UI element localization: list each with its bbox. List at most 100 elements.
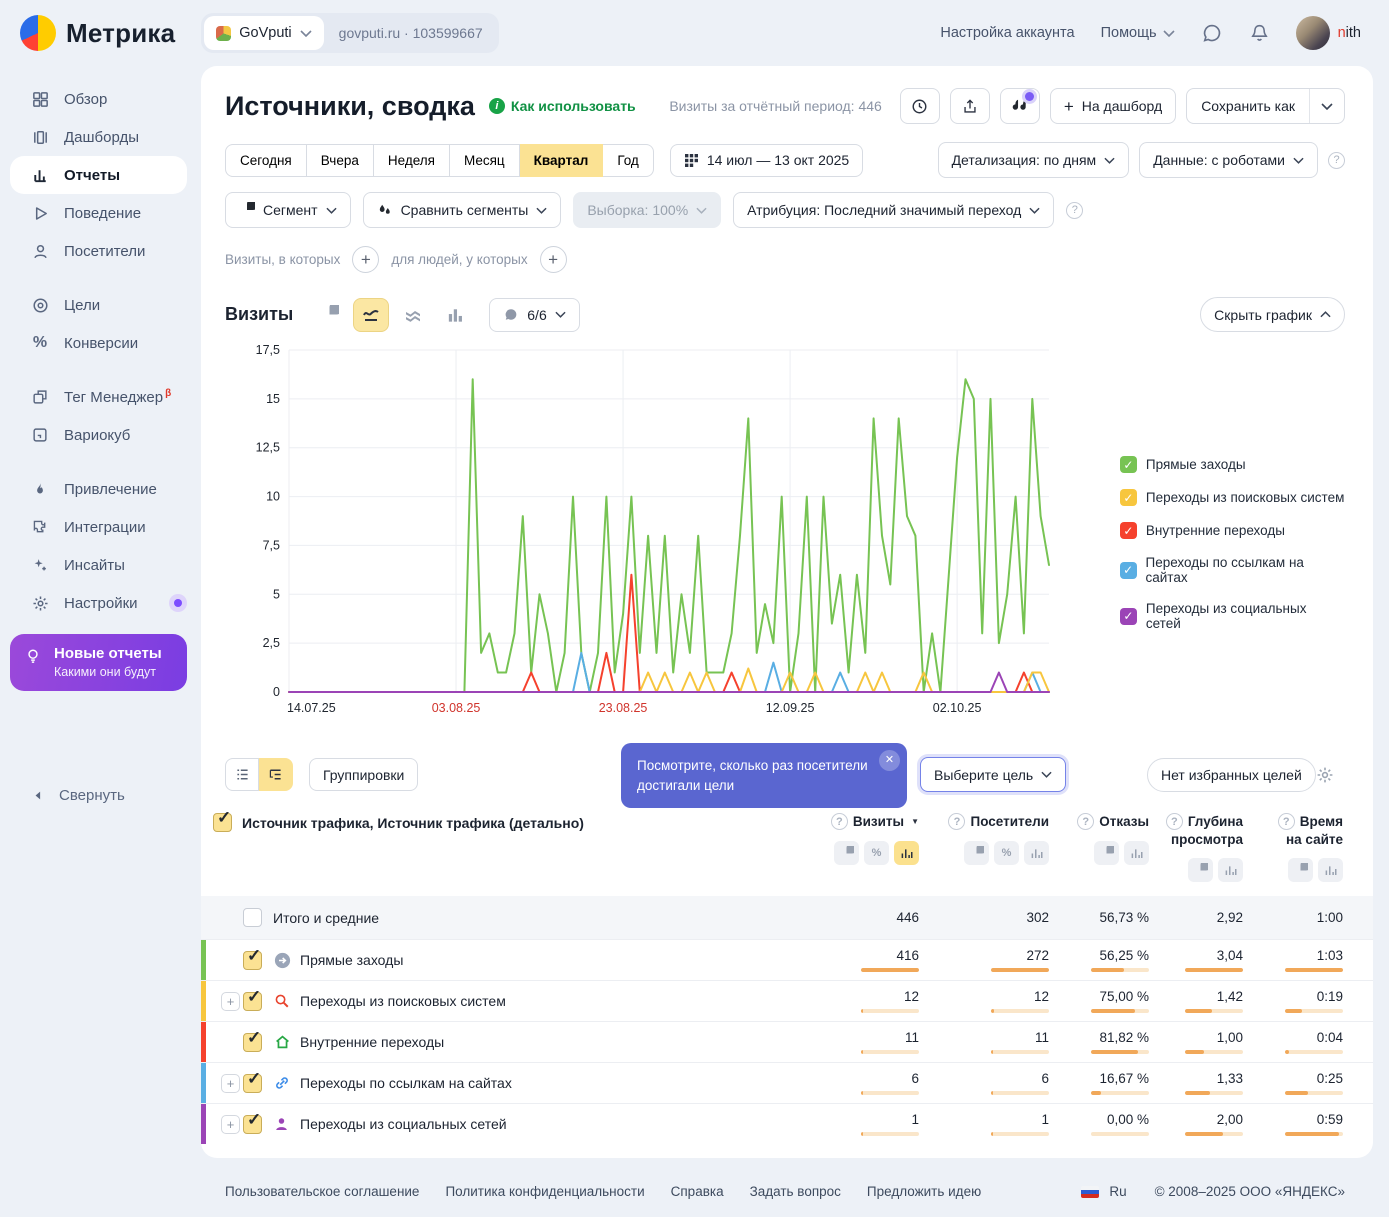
- account-settings-link[interactable]: Настройка аккаунта: [940, 25, 1074, 41]
- chart-type-areas-button[interactable]: [395, 298, 431, 332]
- chart-type-pie-button[interactable]: [311, 298, 347, 332]
- close-icon[interactable]: ✕: [879, 750, 900, 771]
- sidebar-item-tag-manager[interactable]: Тег Менеджерβ: [0, 378, 201, 416]
- flat-list-view-button[interactable]: [225, 758, 259, 791]
- add-to-dashboard-button[interactable]: +На дашборд: [1050, 88, 1176, 124]
- expand-row-button[interactable]: +: [221, 992, 240, 1011]
- how-to-use-link[interactable]: i Как использовать: [489, 98, 636, 114]
- chevron-down-icon[interactable]: [1310, 89, 1344, 123]
- chart-type-line-button[interactable]: [353, 298, 389, 332]
- pie-toggle-icon[interactable]: [1094, 841, 1119, 865]
- export-button[interactable]: [950, 88, 990, 124]
- question-help-icon[interactable]: ?: [1328, 152, 1345, 169]
- question-help-icon[interactable]: ?: [948, 813, 965, 830]
- column-header-visits[interactable]: ?Визиты▼%: [823, 813, 919, 882]
- question-help-icon[interactable]: ?: [831, 813, 848, 830]
- period-button[interactable]: Месяц: [450, 144, 520, 177]
- bars-toggle-icon[interactable]: [1124, 841, 1149, 865]
- column-header-bounce[interactable]: ?Отказы: [1049, 813, 1149, 882]
- tree-view-button[interactable]: [259, 758, 293, 791]
- sidebar-item-dashboards[interactable]: Дашборды: [0, 118, 201, 156]
- footer-link[interactable]: Справка: [671, 1184, 724, 1199]
- history-clock-button[interactable]: [900, 88, 940, 124]
- row-checkbox[interactable]: [243, 908, 262, 927]
- row-checkbox[interactable]: [243, 992, 262, 1011]
- pie-toggle-icon[interactable]: [834, 841, 859, 865]
- choose-goal-dropdown[interactable]: Выберите цель: [920, 757, 1066, 792]
- new-reports-promo[interactable]: Новые отчеты Какими они будут: [10, 634, 187, 691]
- row-checkbox[interactable]: [243, 1115, 262, 1134]
- sidebar-item-behavior[interactable]: Поведение: [0, 194, 201, 232]
- bars-toggle-icon[interactable]: [1318, 858, 1343, 882]
- period-button[interactable]: Неделя: [374, 144, 450, 177]
- visits-line-chart[interactable]: 02,557,51012,51517,514.07.2503.08.2523.0…: [225, 340, 1058, 718]
- sidebar-item-reports[interactable]: Отчеты: [10, 156, 187, 194]
- attribution-dropdown[interactable]: Атрибуция: Последний значимый переход: [733, 192, 1054, 228]
- notifications-bell-icon[interactable]: [1249, 22, 1270, 44]
- sidebar-item-insights[interactable]: Инсайты: [0, 546, 201, 584]
- compare-segments-dropdown[interactable]: Сравнить сегменты: [363, 192, 562, 228]
- select-all-checkbox[interactable]: [213, 813, 232, 832]
- legend-checkbox-icon[interactable]: ✓: [1120, 608, 1137, 625]
- data-mode-dropdown[interactable]: Данные: с роботами: [1139, 142, 1318, 178]
- sidebar-item-attraction[interactable]: Привлечение: [0, 470, 201, 508]
- legend-item[interactable]: ✓ Переходы из социальных сетей: [1120, 601, 1345, 631]
- collapse-sidebar-button[interactable]: Свернуть: [0, 787, 201, 804]
- legend-checkbox-icon[interactable]: ✓: [1120, 489, 1137, 506]
- period-button[interactable]: Вчера: [307, 144, 374, 177]
- percent-toggle-icon[interactable]: %: [994, 841, 1019, 865]
- sidebar-item-conversions[interactable]: %Конверсии: [0, 324, 201, 362]
- sidebar-item-settings[interactable]: Настройки: [0, 584, 201, 622]
- expand-row-button[interactable]: +: [221, 1074, 240, 1093]
- period-button[interactable]: Год: [603, 144, 654, 177]
- groupings-button[interactable]: Группировки: [309, 758, 418, 791]
- period-button[interactable]: Квартал: [520, 144, 604, 177]
- chart-type-columns-button[interactable]: [437, 298, 473, 332]
- legend-item[interactable]: ✓ Прямые заходы: [1120, 456, 1345, 473]
- legend-checkbox-icon[interactable]: ✓: [1120, 562, 1137, 579]
- legend-item[interactable]: ✓ Переходы из поисковых систем: [1120, 489, 1345, 506]
- legend-checkbox-icon[interactable]: ✓: [1120, 456, 1137, 473]
- percent-toggle-icon[interactable]: %: [864, 841, 889, 865]
- footer-link[interactable]: Политика конфиденциальности: [445, 1184, 644, 1199]
- expand-row-button[interactable]: +: [221, 1115, 240, 1134]
- save-as-split-button[interactable]: Сохранить как: [1186, 88, 1345, 124]
- help-menu[interactable]: Помощь: [1101, 25, 1175, 41]
- row-checkbox[interactable]: [243, 1074, 262, 1093]
- pie-toggle-icon[interactable]: [964, 841, 989, 865]
- footer-link[interactable]: Предложить идею: [867, 1184, 981, 1199]
- pie-toggle-icon[interactable]: [1188, 858, 1213, 882]
- column-header-depth[interactable]: ?Глубинапросмотра: [1149, 813, 1243, 882]
- question-help-icon[interactable]: ?: [1077, 813, 1094, 830]
- question-help-icon[interactable]: ?: [1278, 813, 1295, 830]
- sidebar-item-visitors[interactable]: Посетители: [0, 232, 201, 270]
- no-favorite-goals-button[interactable]: Нет избранных целей: [1147, 758, 1316, 792]
- date-range-button[interactable]: 14 июл — 13 окт 2025: [670, 144, 863, 177]
- pie-toggle-icon[interactable]: [1288, 858, 1313, 882]
- sampling-dropdown[interactable]: Выборка: 100%: [573, 192, 721, 228]
- question-help-icon[interactable]: ?: [1066, 202, 1083, 219]
- row-label[interactable]: Прямые заходы: [300, 952, 823, 968]
- row-label[interactable]: Переходы по ссылкам на сайтах: [300, 1075, 823, 1091]
- bars-toggle-icon[interactable]: [1024, 841, 1049, 865]
- language-selector[interactable]: Ru: [1109, 1184, 1126, 1199]
- legend-checkbox-icon[interactable]: ✓: [1120, 522, 1137, 539]
- question-help-icon[interactable]: ?: [1166, 813, 1183, 830]
- metrika-logo[interactable]: Метрика: [20, 15, 175, 51]
- segment-dropdown[interactable]: Сегмент: [225, 192, 351, 228]
- footer-link[interactable]: Пользовательское соглашение: [225, 1184, 419, 1199]
- add-visit-condition-button[interactable]: +: [352, 246, 379, 273]
- legend-item[interactable]: ✓ Внутренние переходы: [1120, 522, 1345, 539]
- table-settings-gear-icon[interactable]: [1315, 765, 1335, 785]
- legend-item[interactable]: ✓ Переходы по ссылкам на сайтах: [1120, 555, 1345, 585]
- row-checkbox[interactable]: [243, 951, 262, 970]
- period-button[interactable]: Сегодня: [225, 144, 307, 177]
- counter-selector[interactable]: GoVputi: [204, 16, 323, 50]
- row-label[interactable]: Переходы из социальных сетей: [300, 1116, 823, 1132]
- save-as-label[interactable]: Сохранить как: [1187, 89, 1309, 123]
- row-label[interactable]: Переходы из поисковых систем: [300, 993, 823, 1009]
- ai-assistant-button[interactable]: [1000, 88, 1040, 124]
- detalization-dropdown[interactable]: Детализация: по дням: [938, 142, 1130, 178]
- row-checkbox[interactable]: [243, 1033, 262, 1052]
- bars-toggle-icon[interactable]: [1218, 858, 1243, 882]
